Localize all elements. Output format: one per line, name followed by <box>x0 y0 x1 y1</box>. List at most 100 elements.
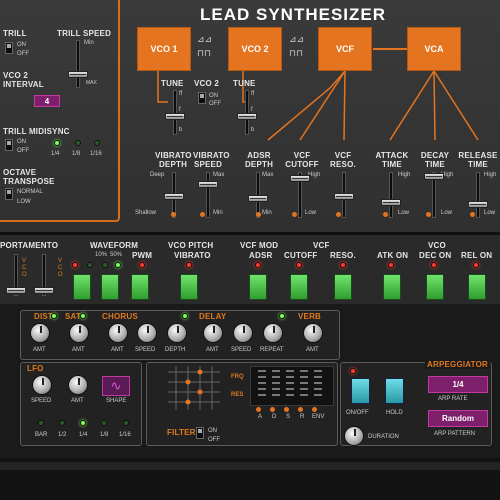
arp-onoff-button[interactable] <box>351 378 370 404</box>
attack-time-low: Low <box>398 210 410 216</box>
vcf-cutoff-cap[interactable] <box>290 175 310 182</box>
adsr-depth-cap[interactable] <box>248 195 268 202</box>
atk-on-button[interactable] <box>383 274 401 300</box>
decay-time-label: DECAY TIME <box>420 151 450 169</box>
attack-time-cap[interactable] <box>381 199 401 206</box>
attack-time-slider[interactable] <box>381 172 401 218</box>
arp-hold-button[interactable] <box>385 378 404 404</box>
vibrato-speed-max: Max <box>213 172 225 178</box>
tune2-slider[interactable] <box>237 90 257 135</box>
cutoff-label: CUTOFF <box>284 251 318 260</box>
vibrato-speed-slider[interactable] <box>198 172 218 218</box>
chorus-led[interactable] <box>182 313 188 319</box>
lfo-led-bar[interactable] <box>38 420 44 426</box>
filter-switch[interactable] <box>196 427 204 439</box>
vco2-switch[interactable] <box>198 92 206 104</box>
chorus-amt-knob[interactable] <box>108 323 128 343</box>
sat-led[interactable] <box>80 313 86 319</box>
env-dot-5[interactable] <box>312 407 317 412</box>
waveform-led-saw[interactable] <box>72 262 78 268</box>
vibrato-speed-dot <box>200 212 205 217</box>
waveform-button-2[interactable] <box>101 274 119 300</box>
arp-pattern-select[interactable]: Random <box>428 410 488 427</box>
decay-time-cap[interactable] <box>424 173 444 180</box>
arp-duration-knob[interactable] <box>344 426 364 446</box>
cutoff-led[interactable] <box>296 262 302 268</box>
env-d-label: D <box>272 414 277 420</box>
dist-amt-knob[interactable] <box>30 323 50 343</box>
adsr-button[interactable] <box>249 274 267 300</box>
vibrato-depth-shallow: Shallow <box>135 210 157 216</box>
release-time-slider[interactable] <box>468 172 488 218</box>
portamento-slider-2[interactable] <box>34 254 54 296</box>
sat-amt-knob[interactable] <box>69 323 89 343</box>
lfo-led-1-8[interactable] <box>101 420 107 426</box>
sine-wave-icon: ∿ <box>110 378 122 393</box>
env-dot-4[interactable] <box>298 407 303 412</box>
verb-amt-knob[interactable] <box>303 323 323 343</box>
waveform-led-square[interactable] <box>87 262 93 268</box>
delay-led[interactable] <box>279 313 285 319</box>
rel-on-led[interactable] <box>473 262 479 268</box>
tune2-b: b <box>251 127 255 133</box>
arp-pattern-value: Random <box>442 414 474 423</box>
tune1-slider[interactable] <box>165 90 185 135</box>
decay-time-slider[interactable] <box>424 172 444 218</box>
chorus-speed-label: SPEED <box>135 347 156 353</box>
arp-title: ARPEGGIATOR <box>425 360 491 369</box>
vcf-reso-cap[interactable] <box>334 193 354 200</box>
atk-on-led[interactable] <box>388 262 394 268</box>
waveform-button-1[interactable] <box>73 274 91 300</box>
delay-speed-knob[interactable] <box>233 323 253 343</box>
vcf-cutoff-label: VCF CUTOFF <box>285 151 319 169</box>
env-s-label: S <box>286 414 291 420</box>
rel-on-button[interactable] <box>468 274 486 300</box>
vibrato-speed-cap[interactable] <box>198 181 218 188</box>
lfo-amt-knob[interactable] <box>68 375 88 395</box>
filter-off-label: OFF <box>208 437 220 443</box>
vcf-cutoff-slider[interactable] <box>290 172 310 218</box>
portamento-cap-1[interactable] <box>6 287 26 294</box>
vibrato-label: VIBRATO <box>174 251 211 260</box>
vibrato-led[interactable] <box>186 262 192 268</box>
arp-led[interactable] <box>350 368 356 374</box>
frq-label: FRQ <box>231 374 244 380</box>
chorus-speed-knob[interactable] <box>137 323 157 343</box>
portamento-slider-1[interactable] <box>6 254 26 296</box>
vibrato-depth-cap[interactable] <box>164 193 184 200</box>
dec-on-led[interactable] <box>431 262 437 268</box>
lfo-led-1-4[interactable] <box>80 420 86 426</box>
dist-led[interactable] <box>51 313 57 319</box>
lfo-led-1-16[interactable] <box>123 420 129 426</box>
delay-amt-knob[interactable] <box>203 323 223 343</box>
dec-on-button[interactable] <box>426 274 444 300</box>
filter-grid <box>168 366 220 410</box>
cutoff-button[interactable] <box>290 274 308 300</box>
vibrato-button[interactable] <box>180 274 198 300</box>
env-dot-1[interactable] <box>256 407 261 412</box>
arp-pattern-label: ARP PATTERN <box>434 431 476 437</box>
chorus-depth-knob[interactable] <box>167 323 187 343</box>
arp-onoff-label: ON/OFF <box>346 410 369 416</box>
pwm-led[interactable] <box>139 262 145 268</box>
reso-led[interactable] <box>340 262 346 268</box>
waveform-led-50[interactable] <box>115 262 121 268</box>
arp-rate-select[interactable]: 1/4 <box>428 376 488 393</box>
lfo-led-1-2[interactable] <box>59 420 65 426</box>
delay-repeat-knob[interactable] <box>263 323 283 343</box>
chorus-amt-label: AMT <box>111 347 124 353</box>
env-dot-2[interactable] <box>270 407 275 412</box>
waveform-led-10[interactable] <box>102 262 108 268</box>
lfo-speed-knob[interactable] <box>32 375 52 395</box>
vcf-reso-slider[interactable] <box>334 172 354 218</box>
release-time-cap[interactable] <box>468 201 488 208</box>
pwm-button[interactable] <box>131 274 149 300</box>
env-dot-3[interactable] <box>284 407 289 412</box>
adsr-led[interactable] <box>255 262 261 268</box>
tune2-slider-cap[interactable] <box>237 113 257 120</box>
vco-pitch-label: VCO PITCH <box>168 241 214 250</box>
reso-button[interactable] <box>334 274 352 300</box>
tune1-slider-cap[interactable] <box>165 113 185 120</box>
lfo-shape-display[interactable]: ∿ <box>102 376 130 396</box>
portamento-cap-2[interactable] <box>34 287 54 294</box>
